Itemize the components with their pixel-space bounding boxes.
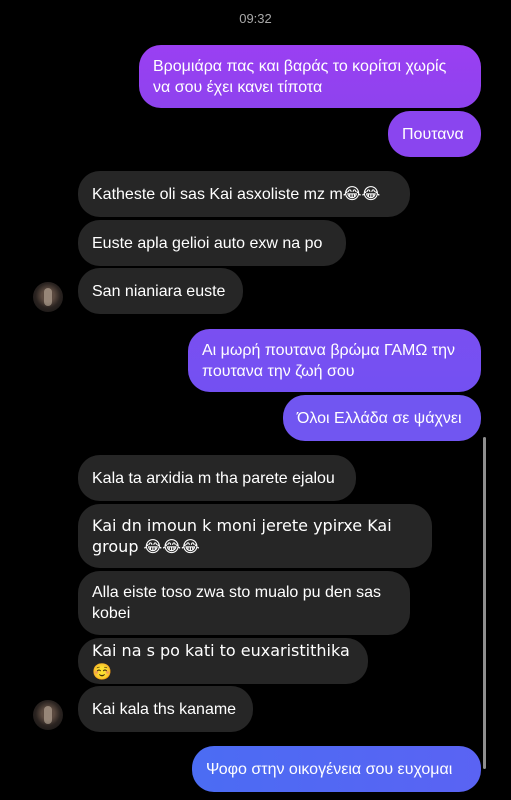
message-text: Kala ta arxidia m tha parete ejalou bbox=[92, 469, 335, 487]
received-message[interactable]: Kala ta arxidia m tha parete ejalou bbox=[78, 455, 356, 501]
message-text: Αι μωρή πουτανα βρώμα ΓΑΜΩ την πουτανα τ… bbox=[202, 341, 456, 380]
timestamp: 09:32 bbox=[239, 11, 272, 26]
message-text: Ψοφο στην οικογένεια σου ευχομαι bbox=[206, 760, 453, 778]
message-text: Πουτανα bbox=[402, 125, 464, 143]
sent-message[interactable]: Αι μωρή πουτανα βρώμα ΓΑΜΩ την πουτανα τ… bbox=[188, 329, 481, 392]
message-text: Katheste oli sas Kai asxoliste mz m😂😂 bbox=[92, 185, 381, 203]
received-message[interactable]: San nianiara euste bbox=[78, 268, 243, 314]
message-text: Kai dn imoun k moni jerete ypirxe Kai gr… bbox=[92, 516, 392, 556]
sent-message[interactable]: Βρομιάρα πας και βαράς το κορίτσι χωρίς … bbox=[139, 45, 481, 108]
received-message[interactable]: Euste apla gelioi auto exw na po bbox=[78, 220, 346, 266]
message-text: Όλοι Ελλάδα σε ψάχνει bbox=[297, 409, 462, 427]
sent-message[interactable]: Ψοφο στην οικογένεια σου ευχομαι bbox=[192, 746, 481, 792]
received-message[interactable]: Kai na s po kati to euxaristithika ☺️ bbox=[78, 638, 368, 684]
message-text: Alla eiste toso zwa sto mualo pu den sas… bbox=[92, 584, 382, 622]
received-message[interactable]: Katheste oli sas Kai asxoliste mz m😂😂 bbox=[78, 171, 410, 217]
message-text: Kai kala ths kaname bbox=[92, 700, 237, 718]
received-message[interactable]: Alla eiste toso zwa sto mualo pu den sas… bbox=[78, 571, 410, 635]
message-text: San nianiara euste bbox=[92, 282, 226, 300]
received-message[interactable]: Kai kala ths kaname bbox=[78, 686, 253, 732]
contact-avatar-icon[interactable] bbox=[33, 282, 63, 312]
scrollbar[interactable] bbox=[483, 437, 486, 769]
sent-message[interactable]: Πουτανα bbox=[388, 111, 481, 157]
message-text: Euste apla gelioi auto exw na po bbox=[92, 234, 323, 252]
message-text: Βρομιάρα πας και βαράς το κορίτσι χωρίς … bbox=[153, 57, 447, 96]
sent-message[interactable]: Όλοι Ελλάδα σε ψάχνει bbox=[283, 395, 481, 441]
contact-avatar-icon[interactable] bbox=[33, 700, 63, 730]
received-message[interactable]: Kai dn imoun k moni jerete ypirxe Kai gr… bbox=[78, 504, 432, 568]
message-text: Kai na s po kati to euxaristithika ☺️ bbox=[92, 641, 350, 681]
